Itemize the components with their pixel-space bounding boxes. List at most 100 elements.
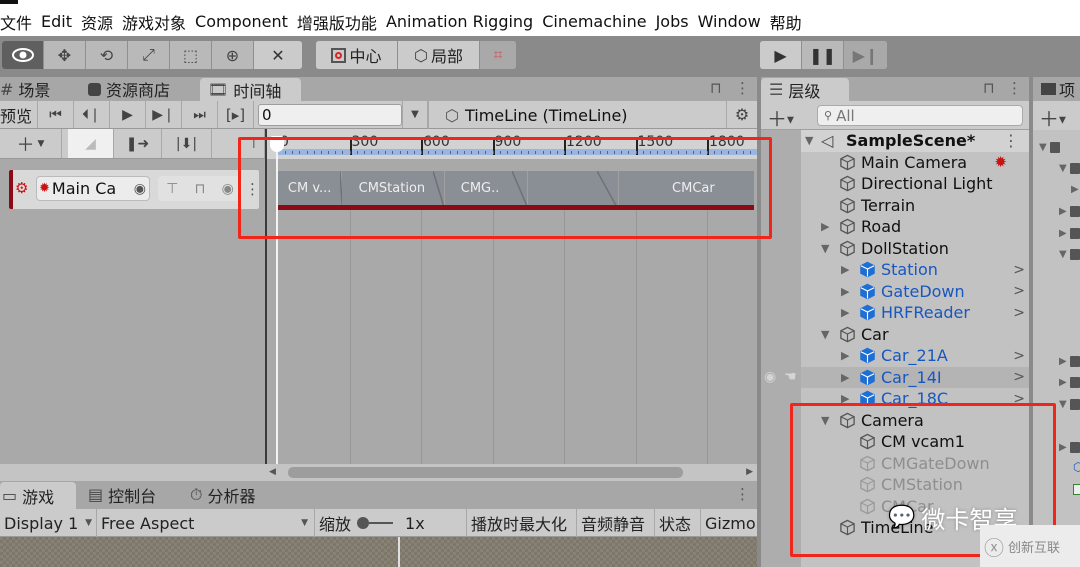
mute-audio-toggle[interactable]: 音频静音	[577, 509, 655, 537]
more-options-icon[interactable]: ⋮	[1007, 79, 1022, 97]
menu-assets[interactable]: 资源	[77, 10, 118, 34]
project-create-button[interactable]: ＋▼	[1039, 103, 1066, 132]
menu-cinemachine[interactable]: Cinemachine	[538, 12, 651, 31]
pause-button[interactable]: ❚❚	[802, 41, 844, 69]
playhead-handle[interactable]	[270, 136, 284, 152]
ripple-button[interactable]: ❚➜	[114, 129, 162, 158]
prev-frame-button[interactable]: ⏴❘	[74, 101, 110, 128]
menu-file[interactable]: 文件	[0, 10, 37, 34]
goto-end-button[interactable]: ⏭	[182, 101, 218, 128]
track-binding-field[interactable]: ✹ Main Ca ◉	[36, 176, 150, 201]
expand-arrow-icon[interactable]: ▼	[821, 328, 829, 341]
more-options-icon[interactable]: ⋮	[735, 79, 750, 97]
open-prefab-chevron-icon[interactable]: >	[1013, 283, 1025, 299]
hierarchy-search-input[interactable]: ⚲ All	[817, 105, 1023, 126]
hierarchy-item[interactable]: Terrain	[801, 195, 1029, 217]
pivot-center-button[interactable]: 中心	[316, 41, 398, 69]
scale-slider[interactable]: 缩放 1x	[315, 509, 467, 537]
play-button[interactable]: ▶	[760, 41, 802, 69]
project-folder[interactable]: ▼	[1059, 397, 1080, 411]
hierarchy-item[interactable]: ▼ Camera	[801, 410, 1029, 432]
expand-arrow-icon[interactable]: ▶	[841, 392, 849, 405]
hierarchy-item[interactable]: ▶ GateDown >	[801, 281, 1029, 303]
hierarchy-item[interactable]: ▼ Car	[801, 324, 1029, 346]
project-folder[interactable]: ▼	[1059, 161, 1080, 175]
expand-arrow-icon[interactable]: ▶	[821, 220, 829, 233]
open-prefab-chevron-icon[interactable]: >	[1013, 262, 1025, 278]
visibility-eye-icon[interactable]: ◉	[764, 369, 776, 385]
timeline-clip[interactable]: CMStation	[339, 171, 445, 210]
slider-track[interactable]	[369, 522, 394, 524]
rect-tool-button[interactable]: ⬚	[170, 41, 212, 69]
tab-game[interactable]: ▭ 游戏	[0, 482, 76, 509]
menu-edit[interactable]: Edit	[37, 12, 77, 31]
hierarchy-item[interactable]: ▶ Road	[801, 216, 1029, 238]
snap-button[interactable]: ⌗	[480, 41, 516, 69]
stats-toggle[interactable]: 状态	[655, 509, 701, 537]
hierarchy-item[interactable]: ▶ Car_14I >	[801, 366, 1029, 388]
timeline-horizontal-scrollbar[interactable]: ◀ ▶	[265, 464, 757, 481]
gizmos-toggle[interactable]: Gizmo	[701, 509, 757, 537]
pivot-local-button[interactable]: ⬡ 局部	[398, 41, 480, 69]
lock-icon[interactable]: ⊓	[195, 181, 206, 197]
hierarchy-item[interactable]: ▶ Car_21A >	[801, 345, 1029, 367]
menu-help[interactable]: 帮助	[766, 10, 807, 34]
playhead-line[interactable]	[276, 145, 278, 480]
scroll-right-icon[interactable]: ▶	[746, 467, 753, 477]
expand-arrow-icon[interactable]: ▼	[821, 414, 829, 427]
hierarchy-item[interactable]: ▶ Car_18C >	[801, 388, 1029, 410]
maximize-on-play-toggle[interactable]: 播放时最大化	[467, 509, 577, 537]
scene-row[interactable]: ▼ ◁ SampleScene* ⋮	[801, 130, 1029, 152]
curves-toggle-button[interactable]: ◢	[68, 129, 114, 158]
menu-jobs[interactable]: Jobs	[652, 12, 694, 31]
hierarchy-item[interactable]: CM vcam1	[801, 431, 1029, 453]
tab-timeline[interactable]: 🎞 时间轴	[200, 78, 301, 101]
open-prefab-chevron-icon[interactable]: >	[1013, 391, 1025, 407]
transform-tool-button[interactable]: ⊕	[212, 41, 254, 69]
expand-arrow-icon[interactable]: ▶	[841, 306, 849, 319]
scroll-left-icon[interactable]: ◀	[269, 467, 276, 477]
move-tool-button[interactable]: ✥	[44, 41, 86, 69]
open-prefab-chevron-icon[interactable]: >	[1013, 305, 1025, 321]
project-folder[interactable]: ▶	[1059, 440, 1080, 454]
tab-scene[interactable]: # 场景	[0, 77, 80, 101]
menu-window[interactable]: Window	[694, 12, 766, 31]
play-range-button[interactable]: [▸]	[218, 101, 254, 128]
tab-profiler[interactable]: ⏱ 分析器	[190, 481, 280, 508]
tab-project[interactable]: 项	[1041, 77, 1075, 101]
pickable-hand-icon[interactable]: ☚	[784, 369, 797, 385]
display-dropdown[interactable]: Display 1 ▼	[0, 509, 97, 537]
expand-arrow-icon[interactable]: ▶	[841, 263, 849, 276]
project-folder[interactable]: ▶	[1059, 375, 1080, 389]
create-button[interactable]: ＋▼	[767, 103, 794, 132]
hierarchy-item[interactable]: ▶ Station >	[801, 259, 1029, 281]
timeline-clip[interactable]: CMCar	[597, 171, 754, 210]
add-track-button[interactable]: ＋ ▼	[0, 129, 62, 158]
object-picker-icon[interactable]: ◉	[134, 181, 146, 197]
menu-animation-rigging[interactable]: Animation Rigging	[382, 12, 538, 31]
hierarchy-item[interactable]: Main Camera ✹	[801, 152, 1029, 174]
project-folder[interactable]: ▶	[1059, 354, 1080, 368]
timeline-asset-breadcrumb[interactable]: ⬡ TimeLine (TimeLine)	[428, 101, 726, 129]
project-folder[interactable]: ▼	[1059, 247, 1080, 261]
more-options-icon[interactable]: ⋮	[735, 485, 750, 503]
project-folder[interactable]: ▶	[1059, 204, 1080, 218]
eye-icon[interactable]: ◉	[222, 181, 234, 197]
time-ruler[interactable]: 0 300 600 900 1200 1500 1800	[267, 129, 757, 159]
open-prefab-chevron-icon[interactable]: >	[1013, 369, 1025, 385]
scale-tool-button[interactable]: ⤢	[128, 41, 170, 69]
track-menu-icon[interactable]: ⋮	[245, 180, 260, 198]
hierarchy-item[interactable]: CMGateDown	[801, 453, 1029, 475]
hierarchy-item[interactable]: CMStation	[801, 474, 1029, 496]
expand-arrow-icon[interactable]: ▼	[805, 134, 813, 147]
menu-component[interactable]: Component	[191, 12, 293, 31]
replace-button[interactable]: |⬇|	[162, 129, 212, 158]
lock-icon[interactable]: ⊓	[710, 79, 722, 97]
expand-arrow-icon[interactable]: ▶	[841, 349, 849, 362]
scene-menu-icon[interactable]: ⋮	[1003, 131, 1019, 150]
open-prefab-chevron-icon[interactable]: >	[1013, 348, 1025, 364]
preview-button[interactable]: 预览	[0, 101, 38, 128]
project-folder[interactable]: ▶	[1071, 182, 1079, 196]
tab-hierarchy[interactable]: ☰ 层级	[761, 78, 849, 101]
next-frame-button[interactable]: ▶❘	[146, 101, 182, 128]
